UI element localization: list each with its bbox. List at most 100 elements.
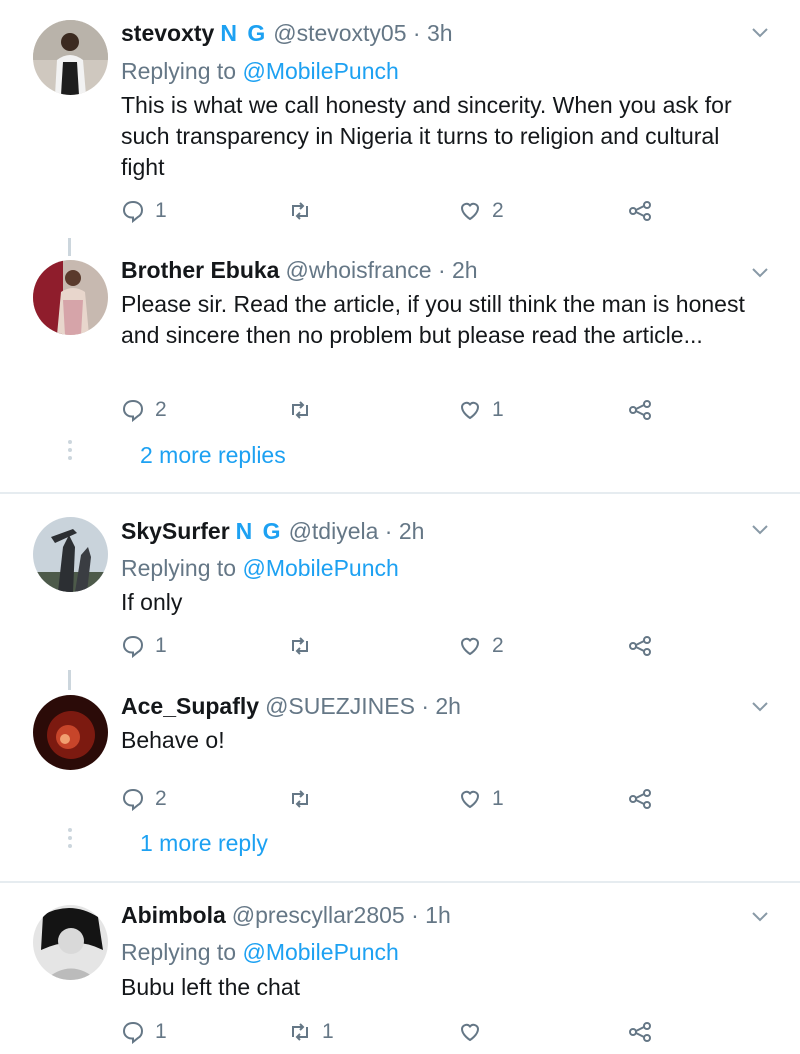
like-icon bbox=[460, 1023, 480, 1042]
display-name[interactable]: Ace_Supafly bbox=[121, 693, 259, 719]
avatar[interactable] bbox=[33, 517, 108, 592]
share-icon bbox=[629, 789, 651, 809]
tweet-header: Brother Ebuka @whoisfrance · 2h bbox=[121, 255, 478, 285]
chevron-down-icon[interactable] bbox=[750, 906, 770, 926]
retweet-icon bbox=[292, 637, 308, 655]
retweet-button[interactable] bbox=[288, 395, 322, 425]
user-handle[interactable]: @tdiyela bbox=[289, 518, 379, 544]
tweet-text: This is what we call honesty and sinceri… bbox=[121, 92, 732, 180]
thread-ellipsis bbox=[67, 440, 73, 464]
timestamp: · 2h bbox=[421, 693, 461, 719]
reply-button[interactable]: 2 bbox=[121, 784, 167, 814]
replying-to: Replying to @MobilePunch bbox=[121, 56, 399, 86]
tweet-header: stevoxty N G @stevoxty05 · 3h bbox=[121, 18, 453, 48]
like-count: 2 bbox=[492, 634, 504, 657]
share-icon bbox=[629, 400, 651, 420]
tweet-header: Abimbola @prescyllar2805 · 1h bbox=[121, 900, 451, 930]
avatar[interactable] bbox=[33, 260, 108, 335]
reply-button[interactable]: 1 bbox=[121, 631, 167, 661]
like-button[interactable]: 2 bbox=[458, 631, 504, 661]
share-button[interactable] bbox=[628, 196, 652, 226]
chevron-down-icon[interactable] bbox=[750, 22, 770, 42]
tweet-header: SkySurfer N G @tdiyela · 2h bbox=[121, 516, 424, 546]
mention-link[interactable]: @MobilePunch bbox=[242, 555, 398, 581]
tweet-text: Bubu left the chat bbox=[121, 974, 301, 1000]
like-icon bbox=[460, 637, 480, 656]
share-icon bbox=[629, 636, 651, 656]
avatar[interactable] bbox=[33, 695, 108, 770]
like-button[interactable]: 1 bbox=[458, 784, 504, 814]
tweet-text: Behave o! bbox=[121, 727, 225, 753]
mention-link[interactable]: @MobilePunch bbox=[242, 939, 398, 965]
reply-count: 2 bbox=[155, 398, 167, 421]
share-icon bbox=[629, 201, 651, 221]
like-count: 2 bbox=[492, 199, 504, 222]
retweet-button[interactable] bbox=[288, 784, 322, 814]
reply-button[interactable]: 1 bbox=[121, 1017, 167, 1047]
retweet-button[interactable] bbox=[288, 631, 322, 661]
reply-count: 1 bbox=[155, 634, 167, 657]
chevron-down-icon[interactable] bbox=[750, 262, 770, 282]
ng-badge: N G bbox=[220, 20, 268, 46]
reply-button[interactable]: 2 bbox=[121, 395, 167, 425]
avatar[interactable] bbox=[33, 20, 108, 95]
reply-icon bbox=[122, 200, 144, 223]
more-replies-link[interactable]: 2 more replies bbox=[140, 440, 286, 470]
divider bbox=[0, 492, 800, 494]
tweet-abimbola[interactable]: Abimbola @prescyllar2805 · 1h Replying to… bbox=[0, 884, 800, 1054]
like-count: 1 bbox=[492, 787, 504, 810]
reply-count: 1 bbox=[155, 199, 167, 222]
share-button[interactable] bbox=[628, 395, 652, 425]
like-icon bbox=[460, 790, 480, 809]
retweet-icon bbox=[292, 790, 308, 808]
tweet-header: Ace_Supafly @SUEZJINES · 2h bbox=[121, 691, 461, 721]
retweet-count: 1 bbox=[322, 1020, 334, 1043]
share-button[interactable] bbox=[628, 784, 652, 814]
user-handle[interactable]: @prescyllar2805 bbox=[232, 902, 405, 928]
tweet-brother-ebuka[interactable]: Brother Ebuka @whoisfrance · 2h Please si… bbox=[0, 240, 800, 490]
divider bbox=[0, 881, 800, 883]
tweet-skysurfer[interactable]: SkySurfer N G @tdiyela · 2h Replying to @M… bbox=[0, 496, 800, 676]
reply-icon bbox=[122, 788, 144, 811]
retweet-button[interactable]: 1 bbox=[288, 1017, 334, 1047]
chevron-down-icon[interactable] bbox=[750, 519, 770, 539]
share-icon bbox=[629, 1022, 651, 1042]
display-name[interactable]: SkySurfer bbox=[121, 518, 230, 544]
thread-ellipsis bbox=[67, 828, 73, 852]
user-handle[interactable]: @stevoxty05 bbox=[273, 20, 406, 46]
user-handle[interactable]: @whoisfrance bbox=[285, 257, 431, 283]
reply-icon bbox=[122, 635, 144, 658]
replying-to: Replying to @MobilePunch bbox=[121, 553, 399, 583]
like-icon bbox=[460, 401, 480, 420]
timestamp: · 3h bbox=[412, 20, 453, 46]
retweet-button[interactable] bbox=[288, 196, 322, 226]
display-name[interactable]: stevoxty bbox=[121, 20, 214, 46]
timestamp: · 2h bbox=[437, 257, 478, 283]
retweet-icon bbox=[292, 1023, 308, 1041]
tweet-text: If only bbox=[121, 589, 183, 615]
like-button[interactable]: 2 bbox=[458, 196, 504, 226]
chevron-down-icon[interactable] bbox=[750, 696, 770, 716]
avatar[interactable] bbox=[33, 905, 108, 980]
tweet-stevoxty[interactable]: stevoxty N G @stevoxty05 · 3h Replying to … bbox=[0, 0, 800, 240]
display-name[interactable]: Abimbola bbox=[121, 902, 226, 928]
timestamp: · 2h bbox=[384, 518, 425, 544]
display-name[interactable]: Brother Ebuka bbox=[121, 257, 279, 283]
reply-button[interactable]: 1 bbox=[121, 196, 167, 226]
share-button[interactable] bbox=[628, 631, 652, 661]
replying-prefix: Replying to bbox=[121, 939, 237, 965]
like-button[interactable]: 1 bbox=[458, 395, 504, 425]
replying-to: Replying to @MobilePunch bbox=[121, 937, 399, 967]
like-count: 1 bbox=[492, 398, 504, 421]
mention-link[interactable]: @MobilePunch bbox=[242, 58, 398, 84]
tweet-ace-supafly[interactable]: Ace_Supafly @SUEZJINES · 2h Behave o! 2 1… bbox=[0, 676, 800, 880]
like-button[interactable] bbox=[458, 1017, 492, 1047]
replying-prefix: Replying to bbox=[121, 555, 237, 581]
more-replies-link[interactable]: 1 more reply bbox=[140, 828, 268, 858]
like-icon bbox=[460, 202, 480, 221]
share-button[interactable] bbox=[628, 1017, 652, 1047]
user-handle[interactable]: @SUEZJINES bbox=[265, 693, 415, 719]
reply-count: 2 bbox=[155, 787, 167, 810]
ng-badge: N G bbox=[235, 518, 283, 544]
retweet-icon bbox=[292, 202, 308, 220]
